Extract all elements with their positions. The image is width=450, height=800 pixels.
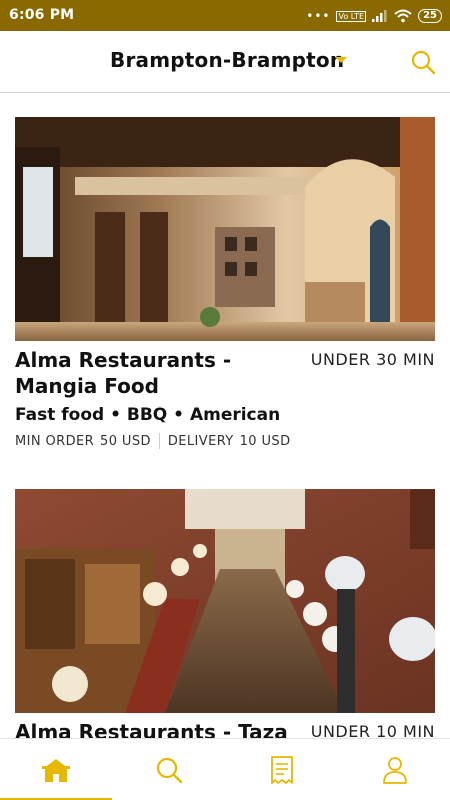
profile-icon [383, 757, 407, 784]
restaurant-photo[interactable] [15, 489, 435, 713]
restaurant-name[interactable]: Alma Restaurants -Mangia Food [15, 347, 300, 399]
min-order-value: 50 USD [100, 433, 151, 449]
restaurant-photo[interactable] [15, 117, 435, 341]
home-icon [42, 759, 70, 782]
status-icons: ••• Vo LTE 25 [306, 6, 442, 26]
volte-icon: Vo LTE [336, 10, 367, 22]
bottom-tab-bar [0, 738, 450, 800]
caret-down-icon[interactable] [335, 57, 347, 63]
restaurant-card[interactable]: Alma Restaurants -Mangia Food UNDER 30 M… [15, 117, 435, 449]
restaurant-title-row: Alma Restaurants -Mangia Food UNDER 30 M… [15, 347, 435, 399]
search-icon [156, 757, 183, 784]
location-selector[interactable]: Brampton-Brampton [110, 48, 344, 72]
receipt-icon [271, 756, 293, 784]
battery-icon: 25 [418, 9, 442, 23]
app-header: Brampton-Brampton [0, 31, 450, 93]
delivery-time: UNDER 30 MIN [310, 350, 435, 369]
tab-search[interactable] [113, 739, 225, 800]
restaurant-meta: MIN ORDER 50 USD DELIVERY 10 USD [15, 433, 435, 449]
restaurant-cuisines: Fast food • BBQ • American [15, 405, 281, 425]
min-order-label: MIN ORDER [15, 433, 95, 449]
notification-dots-icon: ••• [306, 9, 331, 23]
tab-profile[interactable] [339, 739, 450, 800]
restaurant-card[interactable]: Alma Restaurants - Taza UNDER 10 MIN [15, 489, 435, 771]
signal-icon [372, 10, 387, 22]
meta-divider [158, 433, 160, 449]
delivery-fee-label: DELIVERY [167, 433, 234, 449]
tab-home[interactable] [0, 739, 112, 800]
status-bar: 6:06 PM ••• Vo LTE 25 [0, 0, 450, 31]
wifi-icon [394, 9, 412, 23]
tab-orders[interactable] [226, 739, 338, 800]
status-time: 6:06 PM [9, 7, 75, 23]
search-icon[interactable] [410, 49, 436, 75]
delivery-fee-value: 10 USD [239, 433, 291, 449]
